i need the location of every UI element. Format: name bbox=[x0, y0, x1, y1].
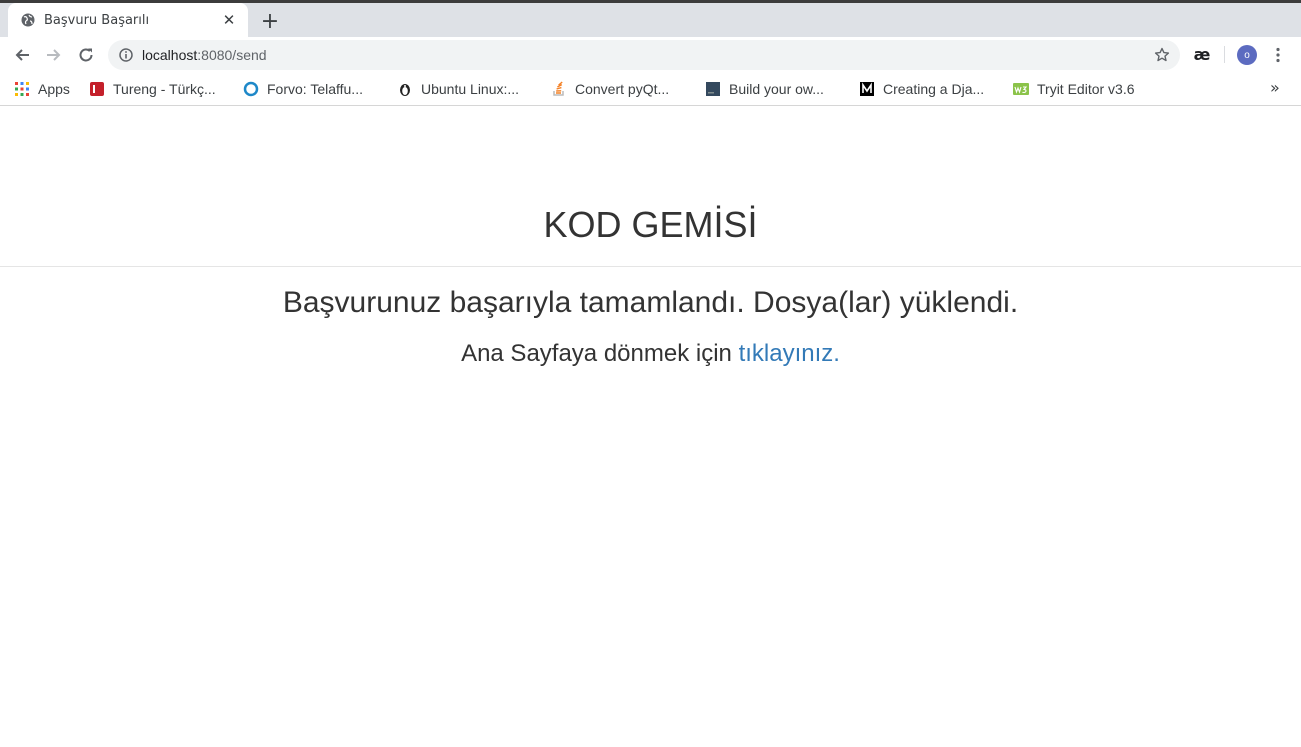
bookmark-medium[interactable]: Creating a Dja... bbox=[859, 79, 984, 99]
site-title: KOD GEMİSİ bbox=[543, 204, 758, 245]
browser-toolbar: localhost:8080/send æ o bbox=[0, 37, 1301, 72]
kebab-menu-icon[interactable] bbox=[1268, 44, 1288, 66]
bookmarks-overflow-icon[interactable]: » bbox=[1270, 78, 1280, 97]
url-path: :8080/send bbox=[197, 47, 267, 63]
bookmark-stackoverflow[interactable]: Convert pyQt... bbox=[551, 79, 669, 99]
close-tab-icon[interactable]: ✕ bbox=[220, 11, 238, 29]
bookmark-label: Build your ow... bbox=[729, 81, 824, 97]
page-content: KOD GEMİSİ Başvurunuz başarıyla tamamlan… bbox=[0, 107, 1301, 747]
return-text: Ana Sayfaya dönmek için bbox=[461, 340, 732, 367]
tureng-icon bbox=[89, 81, 105, 97]
bookmarks-bar: Apps Tureng - Türkç... Forvo: Telaffu...… bbox=[0, 72, 1301, 106]
tab-active[interactable]: Başvuru Başarılı ✕ bbox=[8, 3, 248, 37]
bookmark-build-your-own[interactable]: Build your ow... bbox=[705, 79, 824, 99]
bookmark-tureng[interactable]: Tureng - Türkç... bbox=[89, 79, 216, 99]
globe-icon bbox=[20, 12, 36, 28]
reload-icon[interactable] bbox=[72, 41, 100, 69]
info-icon[interactable] bbox=[118, 47, 134, 63]
back-arrow-icon[interactable] bbox=[8, 41, 36, 69]
tab-title: Başvuru Başarılı bbox=[44, 12, 150, 28]
bookmark-label: Tureng - Türkç... bbox=[113, 81, 216, 97]
url-host: localhost bbox=[142, 47, 198, 63]
bookmark-forvo[interactable]: Forvo: Telaffu... bbox=[243, 79, 363, 99]
profile-avatar[interactable]: o bbox=[1237, 45, 1257, 65]
divider bbox=[0, 266, 1301, 267]
bookmark-star-icon[interactable] bbox=[1152, 45, 1172, 65]
forvo-icon bbox=[243, 81, 259, 97]
forward-arrow-icon[interactable] bbox=[40, 41, 68, 69]
bookmark-label: Tryit Editor v3.6 bbox=[1037, 81, 1135, 97]
tab-strip: Başvuru Başarılı ✕ + bbox=[0, 3, 1301, 37]
stackoverflow-icon bbox=[551, 81, 567, 97]
bookmark-ubuntu[interactable]: Ubuntu Linux:... bbox=[397, 79, 519, 99]
apps-grid-icon bbox=[14, 81, 30, 97]
bookmark-label: Convert pyQt... bbox=[575, 81, 670, 97]
w3schools-icon bbox=[1013, 81, 1029, 97]
return-line: Ana Sayfaya dönmek için tıklayınız. bbox=[0, 340, 1301, 368]
url-text: localhost:8080/send bbox=[142, 47, 267, 63]
medium-icon bbox=[859, 81, 875, 97]
return-home-link[interactable]: tıklayınız. bbox=[739, 340, 840, 367]
bookmark-label: Ubuntu Linux:... bbox=[421, 81, 520, 97]
address-bar[interactable]: localhost:8080/send bbox=[108, 40, 1180, 70]
success-message: Başvurunuz başarıyla tamamlandı. Dosya(l… bbox=[282, 286, 1019, 319]
bookmark-label: Forvo: Telaffu... bbox=[267, 81, 363, 97]
build-site-icon bbox=[705, 81, 721, 97]
bookmark-label: Creating a Dja... bbox=[883, 81, 985, 97]
bookmark-apps[interactable]: Apps bbox=[14, 79, 70, 99]
new-tab-button[interactable]: + bbox=[258, 9, 282, 34]
extension-ae-icon[interactable]: æ bbox=[1191, 43, 1213, 65]
bookmark-tryit-editor[interactable]: Tryit Editor v3.6 bbox=[1013, 79, 1135, 99]
toolbar-separator bbox=[1224, 46, 1225, 63]
bookmark-label: Apps bbox=[38, 81, 70, 97]
penguin-icon bbox=[397, 81, 413, 97]
